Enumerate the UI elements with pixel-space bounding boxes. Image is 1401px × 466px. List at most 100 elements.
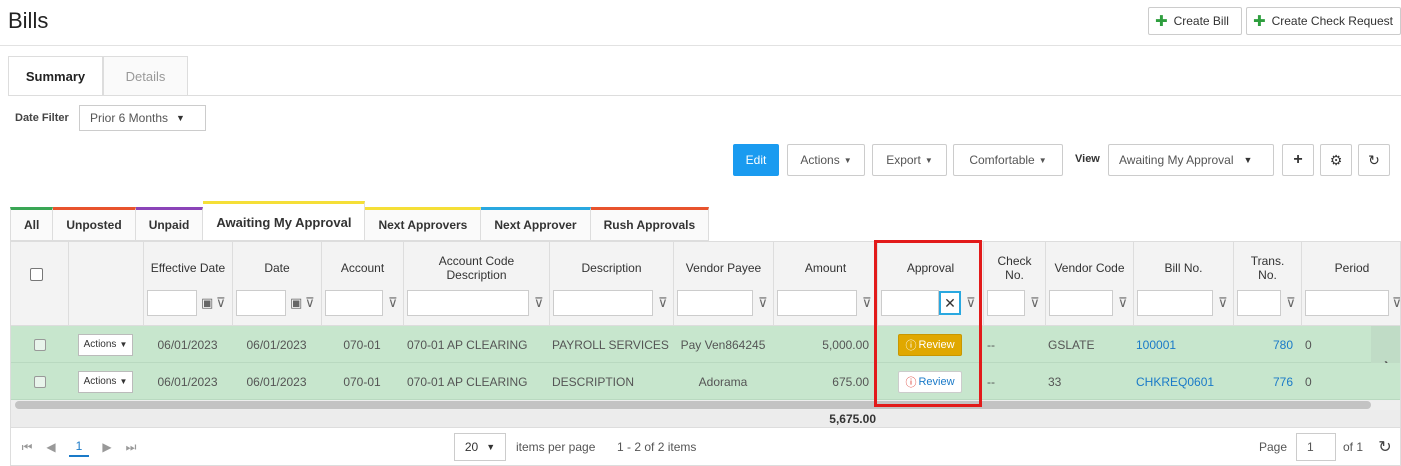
calendar-icon[interactable]: ▣ — [201, 295, 213, 311]
view-select[interactable]: Awaiting My Approval ▼ — [1108, 144, 1274, 176]
subtab-unpaid[interactable]: Unpaid — [135, 207, 204, 241]
items-range: 1 - 2 of 2 items — [617, 440, 697, 454]
trans-no-link[interactable]: 776 — [1233, 363, 1301, 400]
date-filter-select[interactable]: Prior 6 Months ▼ — [79, 105, 206, 131]
page-input[interactable]: 1 — [1296, 433, 1336, 461]
filter-icon[interactable]: ⊽ — [1218, 295, 1228, 311]
filter-icon[interactable]: ⊽ — [1118, 295, 1128, 311]
caret-down-icon: ▼ — [924, 155, 933, 165]
header-trans-no[interactable]: Trans. No. ⊽ — [1233, 242, 1301, 326]
header-bill-no[interactable]: Bill No. ⊽ — [1133, 242, 1233, 326]
cell-period: 0 — [1305, 337, 1312, 352]
filter-input[interactable] — [987, 290, 1025, 316]
header-account-code-description[interactable]: Account Code Description ⊽ — [403, 242, 549, 326]
last-page-icon[interactable]: ⏭ — [121, 437, 141, 457]
filter-input[interactable] — [236, 290, 286, 316]
row-actions-label: Actions — [83, 339, 117, 350]
subtab-unposted[interactable]: Unposted — [53, 207, 136, 241]
refresh-icon[interactable]: ↻ — [1375, 437, 1395, 457]
header-description[interactable]: Description ⊽ — [549, 242, 673, 326]
select-all-checkbox[interactable] — [30, 268, 43, 281]
filter-icon[interactable]: ⊽ — [388, 295, 398, 311]
amount-total: 5,675.00 — [829, 412, 876, 426]
create-bill-button[interactable]: ✚ Create Bill — [1148, 7, 1242, 35]
subtab-next-approvers[interactable]: Next Approvers — [365, 207, 482, 241]
table-row[interactable]: Actions ▼ 06/01/2023 06/01/2023 070-01 07… — [11, 363, 1400, 400]
page-size-value: 20 — [464, 440, 479, 454]
caret-down-icon: ▼ — [486, 442, 496, 452]
header-vendor-payee[interactable]: Vendor Payee ⊽ — [673, 242, 773, 326]
filter-icon[interactable]: ⊽ — [758, 295, 768, 311]
subtab-rush-approvals[interactable]: Rush Approvals — [590, 207, 710, 241]
row-actions-dropdown[interactable]: Actions ▼ — [77, 333, 134, 356]
add-view-button[interactable]: + — [1282, 144, 1314, 176]
filter-input[interactable] — [1305, 290, 1389, 316]
cell-amount: 675.00 — [832, 374, 869, 389]
filter-input[interactable] — [1137, 290, 1213, 316]
filter-icon[interactable]: ⊽ — [216, 295, 226, 311]
first-page-icon[interactable]: ⏮ — [17, 437, 37, 457]
row-actions-dropdown[interactable]: Actions ▼ — [77, 370, 134, 393]
filter-icon[interactable]: ⊽ — [658, 295, 668, 311]
filter-input[interactable] — [1237, 290, 1281, 316]
row-checkbox[interactable] — [33, 338, 46, 351]
subtab-awaiting-my-approval[interactable]: Awaiting My Approval — [203, 201, 366, 241]
actions-menu-button[interactable]: Actions ▼ — [787, 144, 865, 176]
header-account[interactable]: Account ⊽ — [321, 242, 403, 326]
header-check-no[interactable]: Check No. ⊽ — [983, 242, 1045, 326]
calendar-icon[interactable]: ▣ — [290, 295, 302, 311]
date-filter-label: Date Filter — [15, 112, 69, 124]
cell-description: DESCRIPTION — [552, 374, 635, 389]
row-actions-cell: Actions ▼ — [68, 326, 143, 363]
header-label: Trans. No. — [1250, 254, 1285, 282]
page-size-select[interactable]: 20 ▼ — [454, 433, 506, 461]
approval-column-highlight — [874, 240, 982, 407]
filter-input[interactable] — [325, 290, 383, 316]
filter-icon[interactable]: ⊽ — [1286, 295, 1296, 311]
header-period[interactable]: Period ⊽ — [1301, 242, 1400, 326]
page-number[interactable]: 1 — [69, 437, 89, 457]
filter-icon[interactable]: ⊽ — [1030, 295, 1040, 311]
subtab-all[interactable]: All — [10, 207, 54, 241]
density-menu-button[interactable]: Comfortable ▼ — [953, 144, 1063, 176]
filter-input[interactable] — [1049, 290, 1113, 316]
row-checkbox[interactable] — [33, 375, 46, 388]
trans-no-link[interactable]: 780 — [1233, 326, 1301, 363]
header-effective-date[interactable]: Effective Date ▣ ⊽ — [143, 242, 232, 326]
next-page-icon[interactable]: ▶ — [97, 437, 117, 457]
filter-input[interactable] — [553, 290, 653, 316]
tab-summary[interactable]: Summary — [8, 56, 103, 96]
subtab-next-approver[interactable]: Next Approver — [481, 207, 591, 241]
scrollbar-thumb[interactable] — [15, 401, 1371, 409]
cell-account-code-description: 070-01 AP CLEARING — [407, 337, 528, 352]
table-row[interactable]: Actions ▼ 06/01/2023 06/01/2023 070-01 07… — [11, 326, 1400, 400]
export-menu-button[interactable]: Export ▼ — [872, 144, 947, 176]
filter-icon[interactable]: ⊽ — [534, 295, 544, 311]
bill-no-link[interactable]: 100001 — [1136, 326, 1233, 363]
horizontal-scrollbar[interactable] — [11, 400, 1400, 410]
create-check-request-button[interactable]: ✚ Create Check Request — [1246, 7, 1401, 35]
gear-icon: ⚙ — [1329, 151, 1343, 168]
previous-page-icon[interactable]: ◀ — [41, 437, 61, 457]
filter-input[interactable] — [147, 290, 197, 316]
tab-details[interactable]: Details — [103, 56, 188, 96]
refresh-icon: ↻ — [1368, 151, 1380, 168]
header-vendor-code[interactable]: Vendor Code ⊽ — [1045, 242, 1133, 326]
refresh-button[interactable]: ↻ — [1358, 144, 1390, 176]
cell-vendor-payee: Pay Ven864245 — [680, 337, 766, 352]
edit-button[interactable]: Edit — [733, 144, 779, 176]
filter-input[interactable] — [407, 290, 529, 316]
filter-input[interactable] — [777, 290, 857, 316]
filter-icon[interactable]: ⊽ — [862, 295, 872, 311]
filter-icon[interactable]: ⊽ — [1392, 295, 1400, 311]
header-label: Check No. — [997, 254, 1032, 282]
header-date[interactable]: Date ▣ ⊽ — [232, 242, 321, 326]
row-checkbox-cell — [11, 363, 68, 400]
header-label: Bill No. — [1164, 261, 1203, 275]
header-amount[interactable]: Amount ⊽ — [773, 242, 877, 326]
settings-button[interactable]: ⚙ — [1320, 144, 1352, 176]
filter-icon[interactable]: ⊽ — [305, 295, 315, 311]
filter-input[interactable] — [677, 290, 753, 316]
page-label: Page — [1259, 440, 1288, 454]
bill-no-link[interactable]: CHKREQ0601 — [1136, 363, 1233, 400]
